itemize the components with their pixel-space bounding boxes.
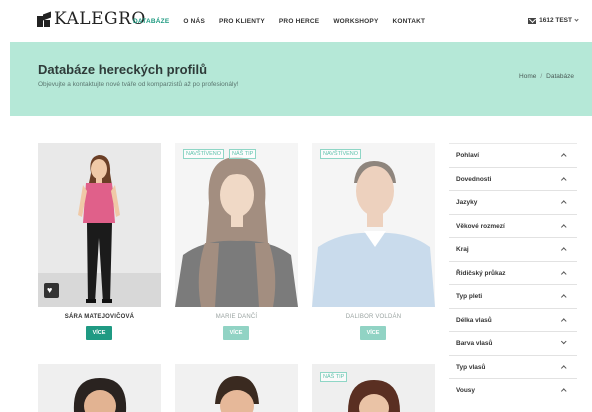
page-title: Databáze hereckých profilů	[38, 62, 208, 77]
chevron-up-icon	[560, 317, 566, 323]
tag-our-tip: NÁŠ TIP	[320, 372, 348, 382]
user-label: 1612 TEST	[539, 17, 572, 24]
chevron-up-icon	[560, 153, 566, 159]
filter-label: Kraj	[456, 246, 469, 253]
chevron-up-icon	[560, 294, 566, 300]
filter-label: Dovednosti	[456, 175, 492, 183]
profile-card[interactable]	[175, 364, 298, 412]
chevron-up-icon	[560, 176, 566, 182]
filter-label: Délka vlasů	[456, 316, 492, 324]
filter-sidebar: Pohlaví Dovednosti Jazyky Věkové rozmezí…	[449, 143, 577, 402]
page-subtitle: Objevujte a kontaktujte nové tváře od ko…	[38, 81, 239, 88]
profile-photo[interactable]	[38, 143, 161, 307]
filter-vekove-rozmezi[interactable]: Věkové rozmezí	[449, 213, 577, 238]
profile-photo[interactable]	[175, 364, 298, 412]
tag-visited: NAVŠTÍVENO	[183, 149, 225, 159]
chevron-down-icon	[574, 17, 579, 22]
nav-databaze[interactable]: DATABÁZE	[133, 18, 169, 25]
filter-label: Typ pleti	[456, 293, 483, 300]
filter-jazyky[interactable]: Jazyky	[449, 190, 577, 214]
visited-overlay	[312, 143, 435, 307]
breadcrumb-home[interactable]: Home	[519, 73, 536, 80]
filter-label: Typ vlasů	[456, 363, 486, 371]
filter-ridicsky-prukaz[interactable]: Řidičský průkaz	[449, 260, 577, 285]
chevron-up-icon	[560, 200, 566, 206]
more-button[interactable]: VÍCE	[86, 326, 112, 340]
nav-o-nas[interactable]: O NÁS	[183, 18, 205, 25]
more-button[interactable]: VÍCE	[360, 326, 386, 340]
chevron-up-icon	[560, 364, 566, 370]
nav-pro-klienty[interactable]: PRO KLIENTY	[219, 18, 265, 25]
visited-overlay	[175, 143, 298, 307]
user-menu[interactable]: 1612 TEST	[528, 17, 579, 24]
profile-photo[interactable]: NAVŠTÍVENO NÁŠ TIP	[175, 143, 298, 307]
breadcrumb-separator: /	[540, 73, 543, 80]
tag-visited: NAVŠTÍVENO	[320, 149, 362, 159]
filter-typ-vlasu[interactable]: Typ vlasů	[449, 354, 577, 379]
nav-workshopy[interactable]: WORKSHOPY	[333, 18, 378, 25]
chevron-down-icon	[560, 339, 566, 345]
nav-kontakt[interactable]: KONTAKT	[392, 18, 425, 25]
filter-delka-vlasu[interactable]: Délka vlasů	[449, 307, 577, 332]
nav-pro-herce[interactable]: PRO HERCE	[279, 18, 319, 25]
filter-label: Jazyky	[456, 199, 478, 206]
page-banner: Databáze hereckých profilů Objevujte a k…	[10, 42, 592, 116]
filter-barva-vlasu[interactable]: Barva vlasů	[449, 331, 577, 355]
filter-label: Řidičský průkaz	[456, 269, 506, 277]
filter-dovednosti[interactable]: Dovednosti	[449, 166, 577, 191]
more-button[interactable]: VÍCE	[223, 326, 249, 340]
chevron-up-icon	[560, 223, 566, 229]
chevron-up-icon	[560, 270, 566, 276]
filter-vousy[interactable]: Vousy	[449, 378, 577, 402]
favorite-heart-icon[interactable]	[44, 283, 59, 298]
profile-photo[interactable]: NÁŠ TIP	[312, 364, 435, 412]
profile-name[interactable]: SÁRA MATEJOVIČOVÁ	[38, 314, 161, 320]
profile-photo[interactable]	[38, 364, 161, 412]
filter-label: Pohlaví	[456, 152, 480, 159]
breadcrumb-current: Databáze	[546, 73, 574, 80]
filter-pohlavi[interactable]: Pohlaví	[449, 143, 577, 167]
kalegro-logo[interactable]: KALEGRO	[37, 10, 146, 28]
filter-kraj[interactable]: Kraj	[449, 237, 577, 261]
profile-card[interactable]: NÁŠ TIP	[312, 364, 435, 412]
top-header: KALEGRO DATABÁZE O NÁS PRO KLIENTY PRO H…	[0, 0, 592, 42]
tag-our-tip: NÁŠ TIP	[229, 149, 257, 159]
mail-icon	[528, 17, 537, 24]
profile-card[interactable]	[38, 364, 161, 412]
profile-name[interactable]: MARIE DANČÍ	[175, 314, 298, 320]
profile-photo[interactable]: NAVŠTÍVENO	[312, 143, 435, 307]
breadcrumb: Home / Databáze	[519, 73, 574, 80]
chevron-up-icon	[560, 247, 566, 253]
chevron-up-icon	[560, 388, 566, 394]
clapperboard-icon	[37, 11, 51, 27]
filter-label: Vousy	[456, 387, 476, 394]
filter-typ-pleti[interactable]: Typ pleti	[449, 284, 577, 308]
profile-name[interactable]: DALIBOR VOLDÁN	[312, 314, 435, 320]
filter-label: Barva vlasů	[456, 340, 493, 347]
main-nav: DATABÁZE O NÁS PRO KLIENTY PRO HERCE WOR…	[133, 18, 439, 25]
filter-label: Věkové rozmezí	[456, 222, 505, 230]
